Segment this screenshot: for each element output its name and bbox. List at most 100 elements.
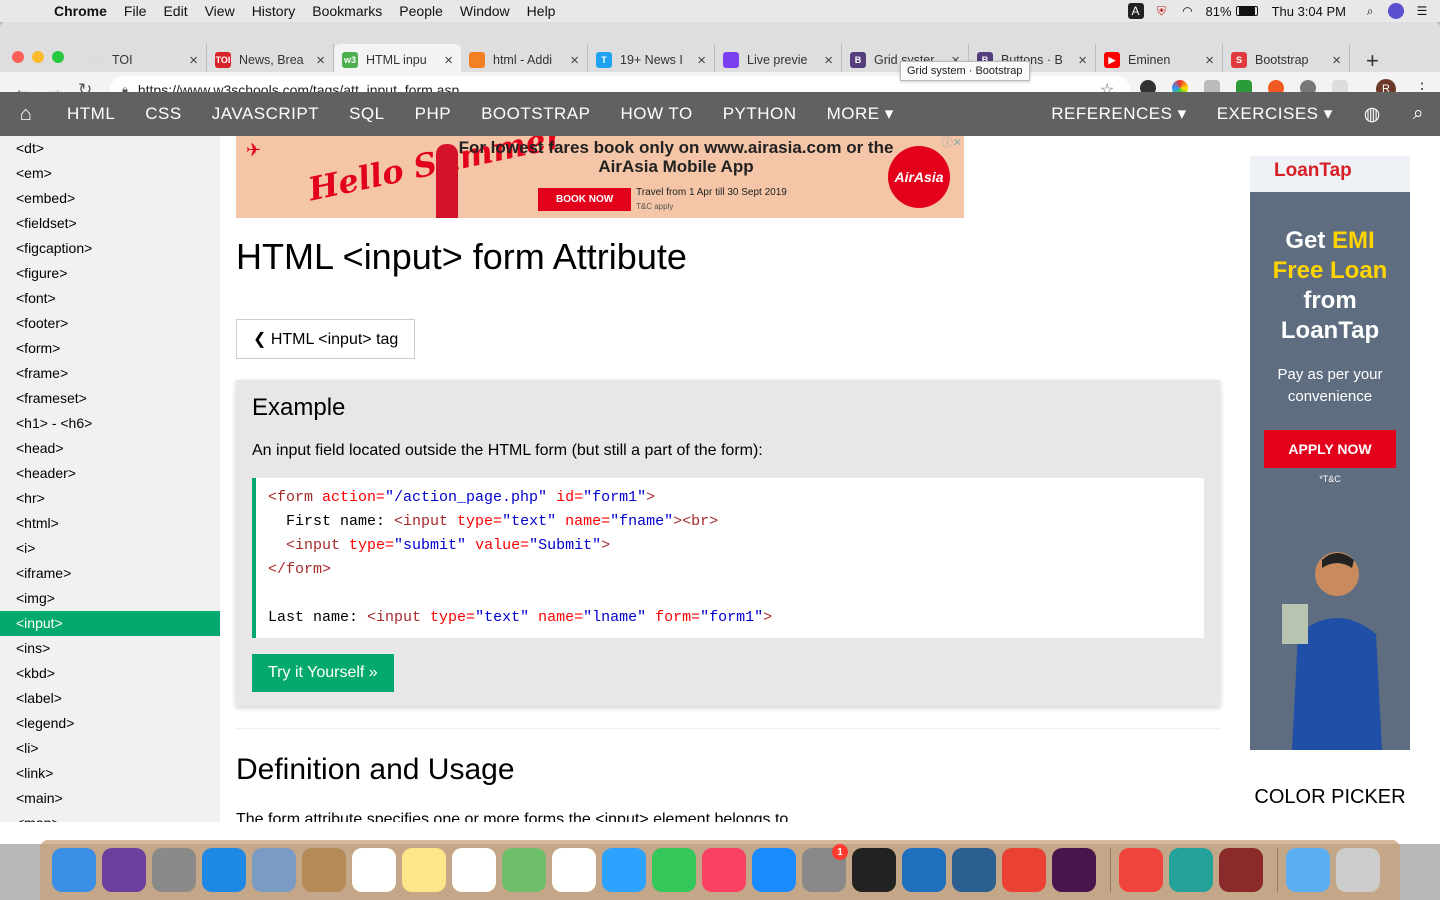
tab-close-icon[interactable]: × <box>444 52 453 69</box>
sidebar-item[interactable]: <em> <box>0 161 220 186</box>
chrome-icon[interactable] <box>1002 848 1046 892</box>
adobe-icon[interactable]: A <box>1127 3 1144 19</box>
topnav-item[interactable]: BOOTSTRAP <box>466 104 605 124</box>
try-it-yourself-button[interactable]: Try it Yourself » <box>252 654 394 692</box>
tab-close-icon[interactable]: × <box>189 52 198 69</box>
sidebar-item[interactable]: <embed> <box>0 186 220 211</box>
siri-icon[interactable] <box>1388 3 1404 19</box>
menu-item-history[interactable]: History <box>252 3 296 19</box>
topnav-right-item[interactable]: REFERENCES ▾ <box>1036 104 1201 124</box>
globe-icon[interactable]: ◍ <box>1348 103 1397 126</box>
photos-icon[interactable] <box>552 848 596 892</box>
sidebar-item[interactable]: <iframe> <box>0 561 220 586</box>
downloads-icon[interactable] <box>1286 848 1330 892</box>
music-icon[interactable] <box>702 848 746 892</box>
clock[interactable]: Thu 3:04 PM <box>1272 4 1346 19</box>
sidebar-item[interactable]: <link> <box>0 761 220 786</box>
facetime-icon[interactable] <box>652 848 696 892</box>
notification-center-icon[interactable]: ☰ <box>1414 3 1430 19</box>
trash-icon[interactable] <box>1336 848 1380 892</box>
tab-close-icon[interactable]: × <box>1078 52 1087 69</box>
sidebar-item[interactable]: <i> <box>0 536 220 561</box>
sidebar-item[interactable]: <figure> <box>0 261 220 286</box>
reminders-icon[interactable] <box>452 848 496 892</box>
airasia-banner-ad[interactable]: ✈ Hello Summer For lowest fares book onl… <box>236 136 964 218</box>
topnav-item[interactable]: JAVASCRIPT <box>197 104 334 124</box>
tab-close-icon[interactable]: × <box>570 52 579 69</box>
mcafee-icon[interactable]: ⛨ <box>1154 3 1170 19</box>
topnav-item[interactable]: HOW TO <box>605 104 707 124</box>
tab-close-icon[interactable]: × <box>1205 52 1214 69</box>
tab-close-icon[interactable]: × <box>1332 52 1341 69</box>
sidebar-item[interactable]: <figcaption> <box>0 236 220 261</box>
search-icon[interactable]: ⌕ <box>1397 103 1440 125</box>
adchoices-icon[interactable]: ⓘ✕ <box>942 136 962 150</box>
sidebar-item[interactable]: <ins> <box>0 636 220 661</box>
topnav-item[interactable]: PHP <box>400 104 466 124</box>
close-window-button[interactable] <box>12 51 24 63</box>
calendar-icon[interactable] <box>352 848 396 892</box>
terminal-icon[interactable] <box>852 848 896 892</box>
sidebar-item[interactable]: <form> <box>0 336 220 361</box>
siri-icon[interactable] <box>102 848 146 892</box>
sidebar-item[interactable]: <main> <box>0 786 220 811</box>
menu-item-help[interactable]: Help <box>527 3 556 19</box>
finder-icon[interactable] <box>52 848 96 892</box>
battery-icon[interactable] <box>1235 6 1258 16</box>
maps-icon[interactable] <box>502 848 546 892</box>
system-preferences-icon[interactable]: 1 <box>802 844 848 892</box>
sidebar-item[interactable]: <dt> <box>0 136 220 161</box>
sidebar-item[interactable]: <h1> - <h6> <box>0 411 220 436</box>
topnav-item[interactable]: SQL <box>334 104 400 124</box>
ad-book-now-button[interactable]: BOOK NOW <box>538 188 632 211</box>
sidebar-item[interactable]: <frameset> <box>0 386 220 411</box>
tab-close-icon[interactable]: × <box>824 52 833 69</box>
menu-item-window[interactable]: Window <box>460 3 510 19</box>
sidebar-item[interactable]: <img> <box>0 586 220 611</box>
wifi-icon[interactable]: ◠ <box>1180 3 1196 19</box>
dictionary-icon[interactable] <box>1219 848 1263 892</box>
vscode-icon[interactable] <box>902 848 946 892</box>
loantap-ad[interactable]: LoanTap Get EMI Free Loan from LoanTap P… <box>1250 156 1410 750</box>
topnav-right-item[interactable]: EXERCISES ▾ <box>1202 104 1348 124</box>
quicktime-icon[interactable] <box>952 848 996 892</box>
sidebar-item[interactable]: <head> <box>0 436 220 461</box>
spotlight-icon[interactable]: ⌕ <box>1362 3 1378 19</box>
sidebar-item[interactable]: <html> <box>0 511 220 536</box>
home-icon[interactable]: ⌂ <box>0 103 52 126</box>
sidebar-item[interactable]: <fieldset> <box>0 211 220 236</box>
safari-icon[interactable] <box>202 848 246 892</box>
menu-item-chrome[interactable]: Chrome <box>54 3 107 19</box>
sidebar-item[interactable]: <li> <box>0 736 220 761</box>
sidebar-item[interactable]: <label> <box>0 686 220 711</box>
sidebar-item[interactable]: <footer> <box>0 311 220 336</box>
sidebar-item[interactable]: <header> <box>0 461 220 486</box>
sidebar-item[interactable]: <font> <box>0 286 220 311</box>
preview-icon[interactable] <box>252 848 296 892</box>
minimize-window-button[interactable] <box>32 51 44 63</box>
topnav-item[interactable]: HTML <box>52 104 130 124</box>
sidebar-item[interactable]: <map> <box>0 811 220 822</box>
tab-close-icon[interactable]: × <box>316 52 325 69</box>
apply-now-button[interactable]: APPLY NOW <box>1264 430 1396 468</box>
notes-icon[interactable] <box>402 848 446 892</box>
sidebar-item[interactable]: <hr> <box>0 486 220 511</box>
slack-icon[interactable] <box>1052 848 1096 892</box>
app-store-icon[interactable] <box>752 848 796 892</box>
messages-icon[interactable] <box>602 848 646 892</box>
menu-item-file[interactable]: File <box>124 3 147 19</box>
tab-close-icon[interactable]: × <box>697 52 706 69</box>
vscode-insiders-icon[interactable] <box>1169 848 1213 892</box>
sidebar-item[interactable]: <input> <box>0 611 220 636</box>
contacts-icon[interactable] <box>302 848 346 892</box>
topnav-item[interactable]: PYTHON <box>708 104 812 124</box>
new-tab-button[interactable]: + <box>1366 48 1379 74</box>
menu-item-people[interactable]: People <box>399 3 443 19</box>
menu-item-view[interactable]: View <box>205 3 235 19</box>
fullscreen-window-button[interactable] <box>52 51 64 63</box>
topnav-item[interactable]: CSS <box>130 104 196 124</box>
topnav-item[interactable]: MORE ▾ <box>812 104 909 124</box>
menu-item-bookmarks[interactable]: Bookmarks <box>312 3 382 19</box>
sidebar-item[interactable]: <legend> <box>0 711 220 736</box>
launchpad-icon[interactable] <box>152 848 196 892</box>
